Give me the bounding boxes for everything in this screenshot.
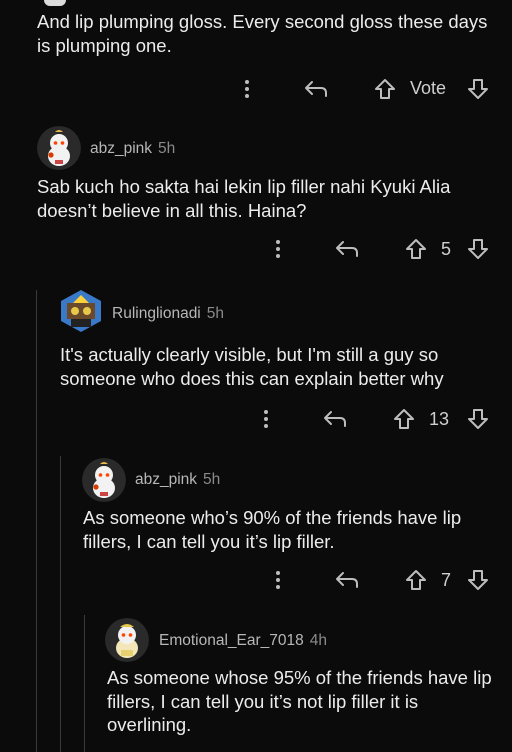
- upvote-button[interactable]: [403, 236, 429, 262]
- upvote-arrow-icon: [406, 570, 426, 590]
- reply-button[interactable]: [333, 236, 361, 262]
- comment-author[interactable]: abz_pink 5h: [90, 140, 175, 158]
- avatar[interactable]: [105, 618, 149, 662]
- thread-line-level-1: [36, 290, 37, 752]
- comment-body: As someone whose 95% of the friends have…: [107, 667, 492, 735]
- more-vertical-icon: [245, 80, 249, 98]
- more-options-button[interactable]: [236, 76, 258, 102]
- downvote-arrow-icon: [468, 570, 488, 590]
- avatar[interactable]: [59, 289, 103, 333]
- avatar[interactable]: [37, 126, 81, 170]
- more-vertical-icon: [276, 571, 280, 589]
- score: 13: [429, 409, 450, 429]
- username[interactable]: Emotional_Ear_7018: [159, 632, 304, 649]
- more-options-button[interactable]: [267, 567, 289, 593]
- comment-body: It's actually clearly visible, but I'm s…: [60, 344, 444, 389]
- timestamp: 5h: [158, 140, 176, 157]
- more-options-button[interactable]: [267, 236, 289, 262]
- comment-body: As someone who’s 90% of the friends have…: [83, 507, 462, 552]
- downvote-button[interactable]: [465, 236, 491, 262]
- downvote-button[interactable]: [465, 76, 491, 102]
- reply-button[interactable]: [321, 406, 349, 432]
- avatar-partial: [44, 0, 66, 6]
- vote-label: Vote: [410, 78, 447, 98]
- comment-body: Sab kuch ho sakta hai lekin lip filler n…: [37, 176, 451, 221]
- timestamp: 5h: [203, 471, 221, 488]
- downvote-button[interactable]: [465, 567, 491, 593]
- avatar[interactable]: [82, 458, 126, 502]
- score: 5: [441, 239, 452, 259]
- upvote-arrow-icon: [394, 409, 414, 429]
- downvote-arrow-icon: [468, 409, 488, 429]
- upvote-button[interactable]: [372, 76, 398, 102]
- comment-author[interactable]: Emotional_Ear_7018 4h: [159, 632, 327, 650]
- reply-arrow-icon: [305, 81, 327, 97]
- reply-button[interactable]: [302, 76, 330, 102]
- username[interactable]: Rulinglionadi: [112, 305, 201, 322]
- username[interactable]: abz_pink: [135, 471, 197, 488]
- downvote-arrow-icon: [468, 239, 488, 259]
- upvote-arrow-icon: [406, 239, 426, 259]
- more-vertical-icon: [264, 410, 268, 428]
- more-options-button[interactable]: [255, 406, 277, 432]
- downvote-arrow-icon: [468, 79, 488, 99]
- upvote-arrow-icon: [375, 79, 395, 99]
- upvote-button[interactable]: [391, 406, 417, 432]
- thread-line-level-2: [60, 456, 61, 752]
- upvote-button[interactable]: [403, 567, 429, 593]
- reply-button[interactable]: [333, 567, 361, 593]
- thread-line-level-3: [84, 615, 85, 752]
- comment-body: And lip plumping gloss. Every second glo…: [37, 11, 488, 56]
- downvote-button[interactable]: [465, 406, 491, 432]
- reply-arrow-icon: [336, 241, 358, 257]
- reply-arrow-icon: [336, 572, 358, 588]
- comment-author[interactable]: abz_pink 5h: [135, 471, 220, 489]
- timestamp: 5h: [206, 305, 225, 322]
- score: 7: [441, 570, 452, 590]
- reply-arrow-icon: [324, 411, 346, 427]
- username[interactable]: abz_pink: [90, 140, 152, 157]
- timestamp: 4h: [309, 632, 328, 649]
- more-vertical-icon: [276, 240, 280, 258]
- comment-author[interactable]: Rulinglionadi 5h: [112, 305, 224, 323]
